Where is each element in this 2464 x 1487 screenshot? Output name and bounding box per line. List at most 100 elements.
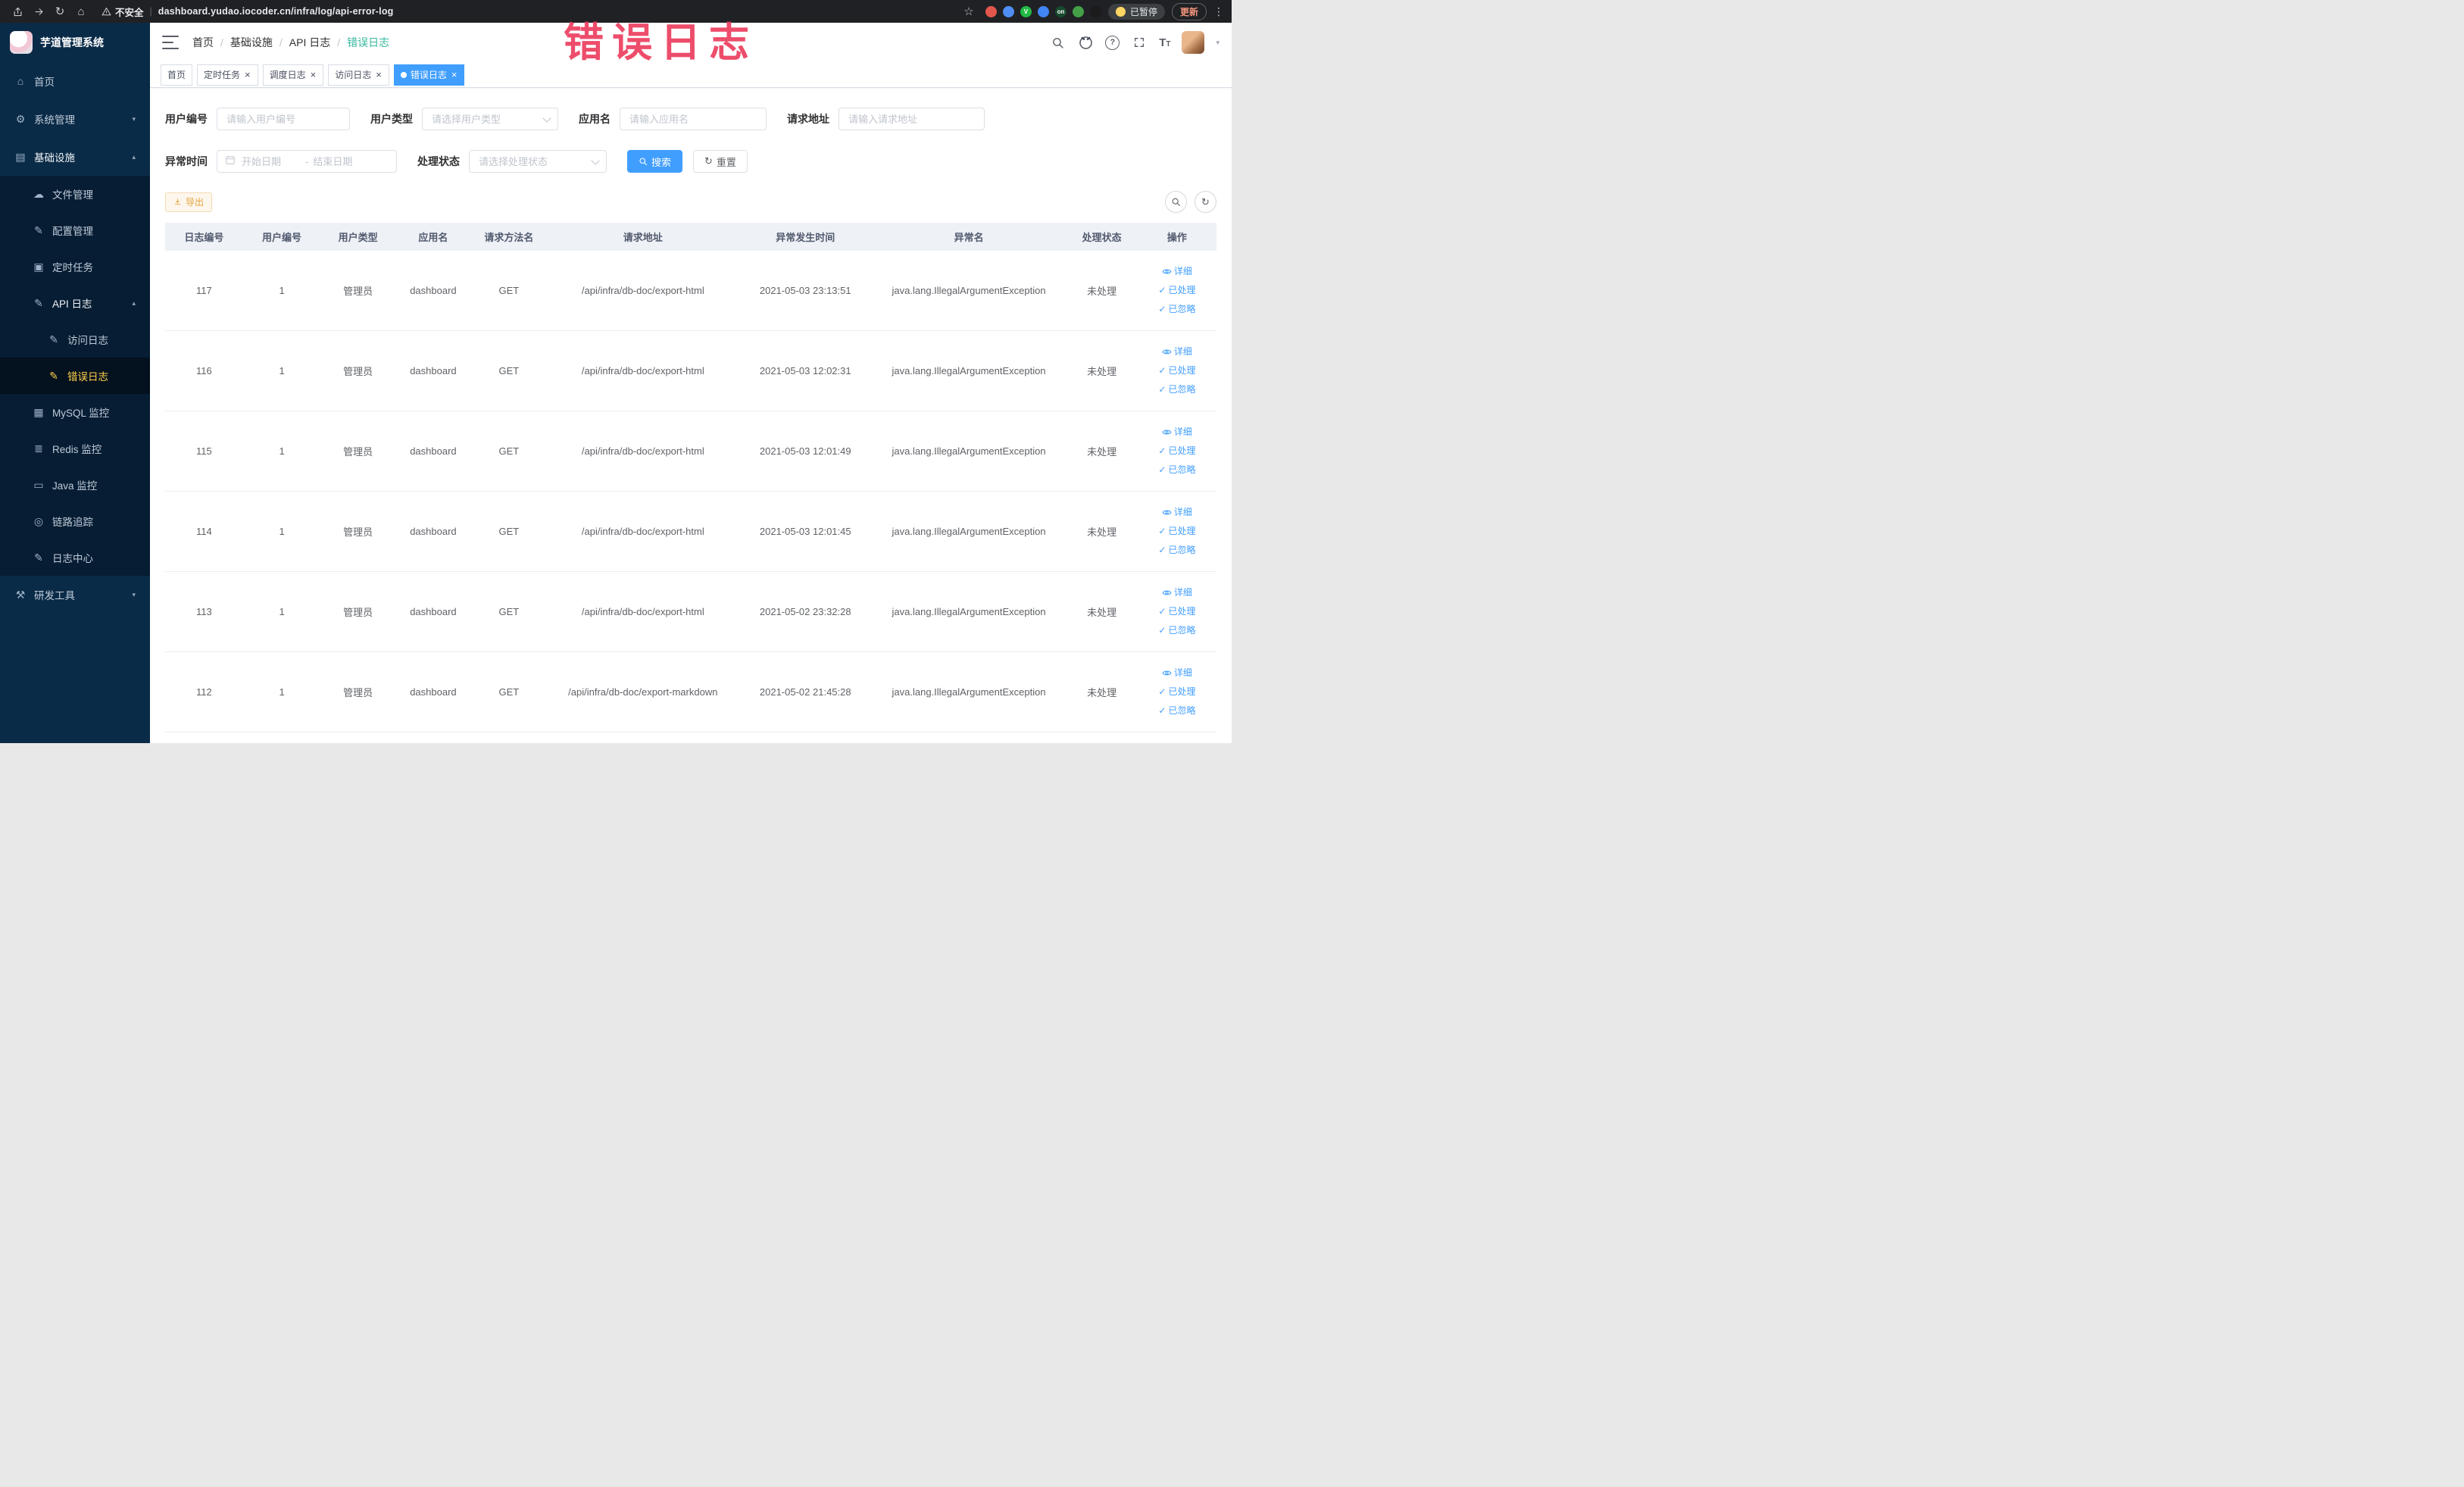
processed-link[interactable]: ✓ 已处理 [1142, 602, 1212, 621]
detail-link[interactable]: 详细 [1142, 342, 1212, 361]
sidebar-item-访问日志[interactable]: ✎ 访问日志 [0, 321, 150, 358]
breadcrumb-item[interactable]: API 日志 [289, 35, 330, 50]
app-name-input[interactable] [628, 112, 758, 126]
chevron-down-icon[interactable]: ▾ [1216, 39, 1220, 47]
detail-link[interactable]: 详细 [1142, 503, 1212, 522]
extension-icon[interactable] [985, 5, 997, 17]
processed-link[interactable]: ✓ 已处理 [1142, 281, 1212, 300]
font-size-icon[interactable]: TT [1159, 36, 1170, 49]
hamburger-icon[interactable] [162, 34, 179, 51]
extension-icon[interactable]: V [1020, 5, 1032, 17]
sidebar-item-日志中心[interactable]: ✎ 日志中心 [0, 539, 150, 576]
processed-link[interactable]: ✓ 已处理 [1142, 361, 1212, 380]
help-icon[interactable]: ? [1105, 35, 1120, 50]
share-icon[interactable] [8, 2, 27, 21]
table-cell: 112 [165, 651, 243, 733]
reload-icon[interactable]: ↻ [50, 2, 70, 21]
sidebar-logo[interactable]: 芋道管理系统 [0, 23, 150, 62]
tab-调度日志[interactable]: 调度日志 × [262, 64, 324, 86]
table-row: 115 1 管理员 dashboard GET/api/infra/db-doc/exp… [165, 411, 1216, 492]
github-icon[interactable] [1077, 34, 1094, 51]
navbar-right: ? TT ▾ [1049, 31, 1220, 54]
user-type-select-input[interactable] [430, 112, 539, 126]
sidebar-item-API 日志[interactable]: ✎ API 日志 ▴ [0, 285, 150, 321]
forward-icon[interactable] [29, 2, 48, 21]
table-cell: 1 [242, 651, 321, 733]
extension-icon[interactable] [1037, 5, 1049, 17]
breadcrumb-item[interactable]: 基础设施 [230, 35, 273, 50]
close-icon[interactable]: × [244, 70, 251, 80]
address-bar[interactable]: 不安全 | dashboard.yudao.iocoder.cn/infra/l… [101, 5, 948, 19]
table-cell: 管理员 [320, 251, 395, 331]
sidebar-item-首页[interactable]: ⌂ 首页 [0, 62, 150, 100]
sidebar-item-系统管理[interactable]: ⚙ 系统管理 ▾ [0, 100, 150, 138]
extension-icon[interactable] [1072, 5, 1084, 17]
sidebar-item-研发工具[interactable]: ⚒ 研发工具 ▾ [0, 576, 150, 614]
tab-首页[interactable]: 首页 [161, 64, 193, 86]
detail-link[interactable]: 详细 [1142, 262, 1212, 281]
home-icon[interactable]: ⌂ [71, 2, 91, 21]
table-cell: /api/infra/db-doc/export-html [546, 571, 739, 652]
security-chip[interactable]: 不安全 [101, 5, 144, 19]
extension-icon[interactable] [1089, 5, 1101, 17]
tab-定时任务[interactable]: 定时任务 × [197, 64, 258, 86]
sidebar-item-链路追踪[interactable]: ◎ 链路追踪 [0, 503, 150, 539]
processed-link[interactable]: ✓ 已处理 [1142, 522, 1212, 541]
ignored-link[interactable]: ✓ 已忽略 [1142, 300, 1212, 319]
search-icon[interactable] [1049, 34, 1066, 51]
sidebar-item-基础设施[interactable]: ▤ 基础设施 ▴ [0, 138, 150, 176]
user-avatar[interactable] [1182, 31, 1205, 54]
close-icon[interactable]: × [375, 70, 383, 80]
sidebar-item-Java 监控[interactable]: ▭ Java 监控 [0, 467, 150, 503]
date-start-input[interactable] [240, 155, 302, 168]
ignored-link[interactable]: ✓ 已忽略 [1142, 621, 1212, 640]
toggle-search-button[interactable] [1165, 191, 1187, 213]
check-icon: ✓ [1158, 304, 1166, 314]
tab-访问日志[interactable]: 访问日志 × [328, 64, 389, 86]
date-end-input[interactable] [311, 155, 374, 168]
detail-link[interactable]: 详细 [1142, 583, 1212, 602]
fullscreen-icon[interactable] [1131, 34, 1148, 51]
tabs-bar: 首页 定时任务 × 调度日志 × 访问日志 × 错误日志 × [150, 62, 1232, 88]
ignored-link[interactable]: ✓ 已忽略 [1142, 541, 1212, 560]
close-icon[interactable]: × [310, 70, 317, 80]
ignored-link[interactable]: ✓ 已忽略 [1142, 380, 1212, 399]
toolbar-row: 导出 ↻ [165, 191, 1216, 213]
user-type-select[interactable] [422, 108, 558, 130]
table-header-row: 日志编号 用户编号 用户类型 应用名 请求方法名 请求地址 异常发生时间 异常名 处理状态 操作 [165, 223, 1216, 251]
date-range-picker[interactable]: - [217, 150, 397, 173]
close-icon[interactable]: × [451, 70, 458, 80]
star-icon[interactable]: ☆ [959, 2, 979, 21]
export-button[interactable]: 导出 [165, 192, 213, 212]
refresh-table-button[interactable]: ↻ [1195, 191, 1216, 213]
breadcrumb-item[interactable]: 首页 [192, 35, 214, 50]
sidebar-item-Redis 监控[interactable]: ≣ Redis 监控 [0, 430, 150, 467]
request-url-input[interactable] [847, 112, 976, 126]
check-icon: ✓ [1158, 625, 1166, 636]
process-status-select-input[interactable] [477, 155, 588, 168]
processed-link[interactable]: ✓ 已处理 [1142, 442, 1212, 461]
chrome-right: ☆ Von 已暂停 更新 ⋮ [959, 2, 1224, 21]
sidebar-item-配置管理[interactable]: ✎ 配置管理 [0, 212, 150, 248]
detail-link[interactable]: 详细 [1142, 423, 1212, 442]
process-status-select[interactable] [469, 150, 607, 173]
extension-icon[interactable] [1002, 5, 1014, 17]
user-id-input[interactable] [225, 112, 342, 126]
ignored-link[interactable]: ✓ 已忽略 [1142, 701, 1212, 720]
menu-kebab-icon[interactable]: ⋮ [1213, 5, 1224, 18]
reset-button[interactable]: ↻ 重置 [693, 150, 748, 173]
gear-icon: ⚙ [15, 112, 26, 125]
ignored-link[interactable]: ✓ 已忽略 [1142, 461, 1212, 480]
extension-icon[interactable]: on [1054, 5, 1066, 17]
search-button[interactable]: 搜索 [627, 150, 683, 173]
table-cell: dashboard [395, 571, 471, 652]
sidebar-item-MySQL 监控[interactable]: ▦ MySQL 监控 [0, 394, 150, 430]
processed-link[interactable]: ✓ 已处理 [1142, 683, 1212, 701]
sidebar-item-定时任务[interactable]: ▣ 定时任务 [0, 248, 150, 285]
tab-错误日志[interactable]: 错误日志 × [393, 64, 465, 86]
sidebar-item-文件管理[interactable]: ☁ 文件管理 [0, 176, 150, 212]
detail-link[interactable]: 详细 [1142, 664, 1212, 683]
sidebar-item-错误日志[interactable]: ✎ 错误日志 [0, 358, 150, 394]
paused-badge[interactable]: 已暂停 [1107, 3, 1165, 20]
update-button[interactable]: 更新 [1171, 2, 1207, 20]
